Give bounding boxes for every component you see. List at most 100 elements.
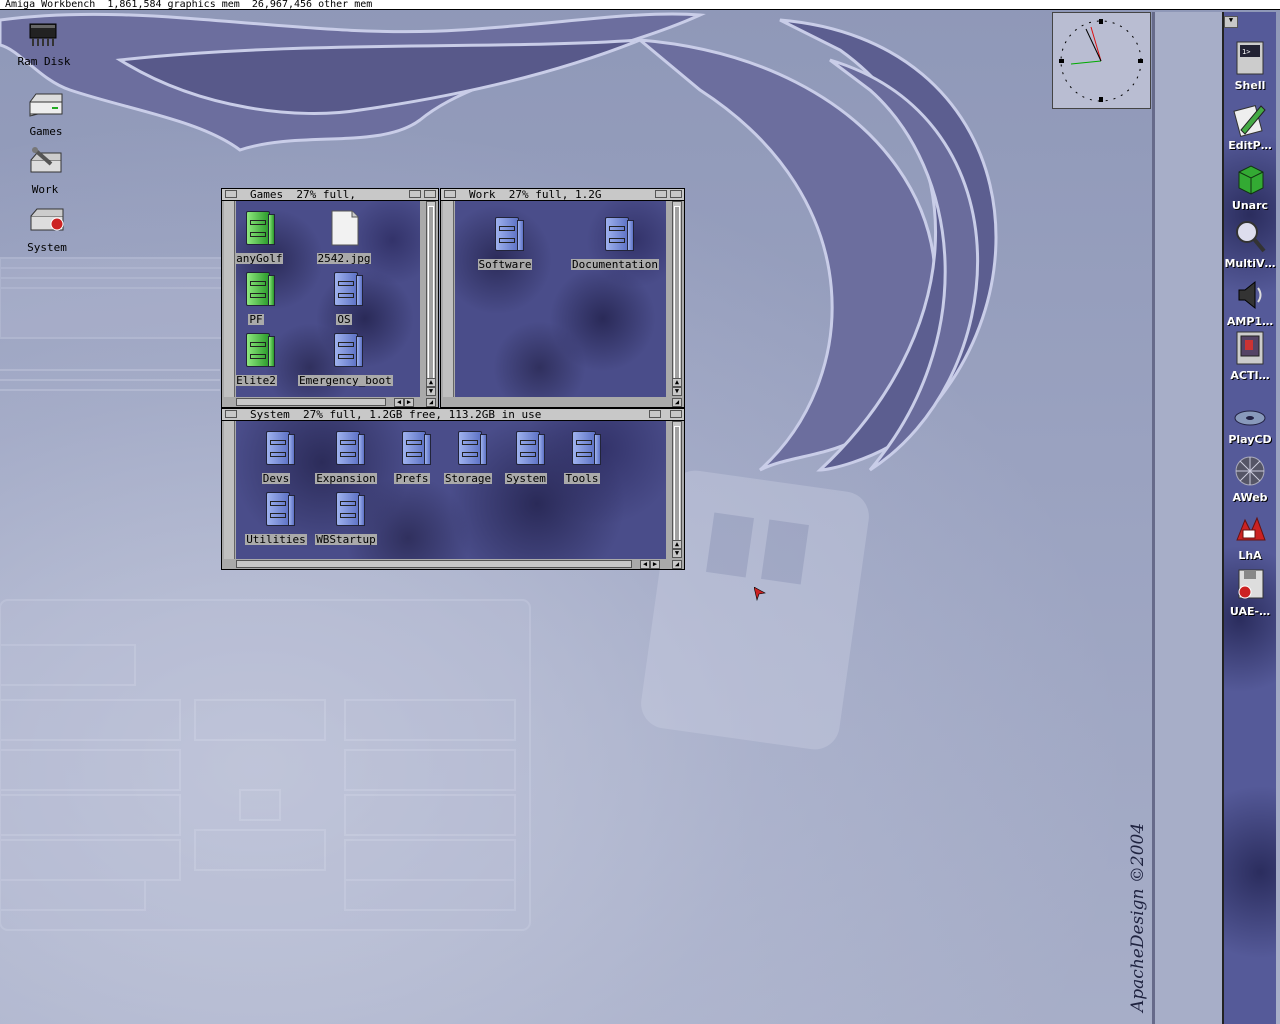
window-content[interactable]: ZanyGolf 2542.jpg PF OS Elite2 Emergency… — [236, 201, 420, 397]
scroll-knob[interactable] — [674, 206, 680, 380]
file-icon-documentation[interactable]: Documentation — [569, 215, 661, 272]
clock-widget[interactable] — [1052, 12, 1151, 109]
shell-icon: 1> — [1233, 40, 1267, 78]
scroll-up-arrow[interactable]: ▲ — [672, 540, 682, 549]
scroll-left-arrow[interactable]: ◀ — [640, 560, 650, 569]
lha-icon — [1233, 510, 1267, 548]
scroll-down-arrow[interactable]: ▼ — [426, 387, 436, 396]
dock-item-playcd[interactable]: PlayCD — [1224, 394, 1276, 446]
drawer-icon — [238, 209, 275, 247]
floppy-icon — [1233, 566, 1267, 604]
dock-item-label: AWeb — [1232, 491, 1268, 504]
dock-item-activity[interactable]: ACTI… — [1224, 330, 1276, 382]
dock-bar[interactable]: ▼ 1> Shell EditP… Unarc MultiV… AMP1… AC… — [1222, 12, 1276, 1024]
zoom-gadget[interactable] — [655, 190, 667, 198]
drawer-icon — [326, 331, 363, 369]
vertical-scrollbar[interactable] — [426, 201, 436, 385]
window-title-bar[interactable]: Work 27% full, 1.2G — [441, 189, 684, 201]
games-window[interactable]: Games 27% full, ZanyGolf 2542.jpg PF OS … — [221, 188, 439, 408]
close-gadget[interactable] — [225, 190, 237, 198]
dock-item-aweb[interactable]: AWeb — [1224, 452, 1276, 504]
drawer-icon — [238, 270, 275, 308]
file-icon-os[interactable]: OS — [298, 270, 390, 327]
dock-item-uae[interactable]: UAE-… — [1224, 566, 1276, 618]
size-gadget[interactable]: ◢ — [426, 398, 436, 407]
size-gadget[interactable]: ◢ — [672, 398, 682, 407]
file-icon-tools[interactable]: Tools — [536, 429, 628, 486]
desktop-icon-label: Work — [31, 183, 59, 196]
dock-item-lha[interactable]: LhA — [1224, 510, 1276, 562]
scroll-knob[interactable] — [428, 206, 434, 380]
window-title-bar[interactable]: System 27% full, 1.2GB free, 113.2GB in … — [222, 409, 684, 421]
page-icon — [326, 209, 362, 247]
desktop-icon-work[interactable]: Work — [5, 146, 85, 197]
file-icon-elite2[interactable]: Elite2 — [236, 331, 302, 388]
window-left-border — [224, 421, 235, 559]
file-icon-label: 2542.jpg — [316, 252, 372, 265]
close-gadget[interactable] — [225, 410, 237, 418]
depth-gadget[interactable] — [670, 190, 682, 198]
dock-item-label: ACTI… — [1230, 369, 1270, 382]
window-content[interactable]: Devs Expansion Prefs Storage System Tool… — [236, 421, 666, 559]
desktop-icon-label: Ram Disk — [17, 55, 71, 68]
magnifier-icon — [1233, 218, 1267, 256]
system-window[interactable]: System 27% full, 1.2GB free, 113.2GB in … — [221, 408, 685, 570]
file-icon-label: Utilities — [245, 533, 307, 546]
scroll-right-arrow[interactable]: ▶ — [650, 560, 660, 569]
drawer-icon — [238, 331, 275, 369]
horizontal-scrollbar[interactable] — [236, 560, 632, 568]
file-icon-label: ZanyGolf — [236, 253, 284, 264]
dock-item-amp[interactable]: AMP1… — [1224, 276, 1276, 328]
file-icon-wbstartup[interactable]: WBStartup — [300, 490, 392, 547]
size-gadget[interactable]: ◢ — [672, 560, 682, 569]
dock-item-label: Unarc — [1231, 199, 1269, 212]
file-icon-emergency-boot[interactable]: Emergency_boot — [298, 331, 393, 388]
horizontal-scrollbar[interactable] — [236, 398, 386, 406]
file-icon-zanygolf[interactable]: ZanyGolf — [236, 209, 302, 266]
zoom-gadget[interactable] — [649, 410, 661, 418]
desktop-icon-games[interactable]: Games — [6, 88, 86, 139]
scroll-left-arrow[interactable]: ◀ — [394, 398, 404, 407]
zoom-gadget[interactable] — [409, 190, 421, 198]
depth-gadget[interactable] — [670, 410, 682, 418]
dock-item-label: PlayCD — [1228, 433, 1272, 446]
scroll-down-arrow[interactable]: ▼ — [672, 387, 682, 396]
tools-drive-icon — [25, 146, 65, 178]
scroll-knob[interactable] — [674, 426, 680, 542]
file-icon-pf[interactable]: PF — [236, 270, 302, 327]
drawer-icon — [326, 270, 363, 308]
window-title-bar[interactable]: Games 27% full, — [222, 189, 438, 201]
vertical-scrollbar[interactable] — [672, 201, 682, 385]
file-icon-software[interactable]: Software — [459, 215, 551, 272]
file-icon-label: Devs — [261, 472, 291, 485]
scroll-up-arrow[interactable]: ▲ — [426, 378, 436, 387]
desktop-icon-ram-disk[interactable]: Ram Disk — [4, 18, 84, 69]
dock-item-label: UAE-… — [1229, 605, 1271, 618]
wallpaper-signature: ApacheDesign ©2004 — [1128, 822, 1148, 1012]
scroll-up-arrow[interactable]: ▲ — [672, 378, 682, 387]
file-icon-label: Elite2 — [236, 374, 277, 387]
dock-menu-button[interactable]: ▼ — [1224, 16, 1238, 28]
window-content[interactable]: Software Documentation — [455, 201, 666, 397]
scroll-down-arrow[interactable]: ▼ — [672, 549, 682, 558]
vertical-scrollbar[interactable] — [672, 421, 682, 547]
drawer-icon — [564, 429, 601, 467]
dock-item-multiview[interactable]: MultiV… — [1224, 218, 1276, 270]
file-icon-image[interactable]: 2542.jpg — [298, 209, 390, 266]
scroll-right-arrow[interactable]: ▶ — [404, 398, 414, 407]
desktop-icon-system[interactable]: System — [7, 204, 87, 255]
screen-title-bar: Amiga Workbench 1,861,584 graphics mem 2… — [0, 0, 1280, 10]
dock-item-shell[interactable]: 1> Shell — [1224, 40, 1276, 92]
close-gadget[interactable] — [444, 190, 456, 198]
dock-item-unarc[interactable]: Unarc — [1224, 160, 1276, 212]
depth-gadget[interactable] — [424, 190, 436, 198]
dock-item-editpad[interactable]: EditP… — [1224, 100, 1276, 152]
screen-icon — [1233, 330, 1267, 368]
dock-item-label: EditP… — [1228, 139, 1272, 152]
file-icon-label: Tools — [564, 472, 600, 485]
work-window[interactable]: Work 27% full, 1.2G Software Documentati… — [440, 188, 685, 408]
file-icon-label: Software — [477, 258, 533, 271]
file-icon-label: Emergency_boot — [298, 374, 393, 387]
pencil-icon — [1233, 100, 1267, 138]
file-icon-label: WBStartup — [315, 533, 377, 546]
